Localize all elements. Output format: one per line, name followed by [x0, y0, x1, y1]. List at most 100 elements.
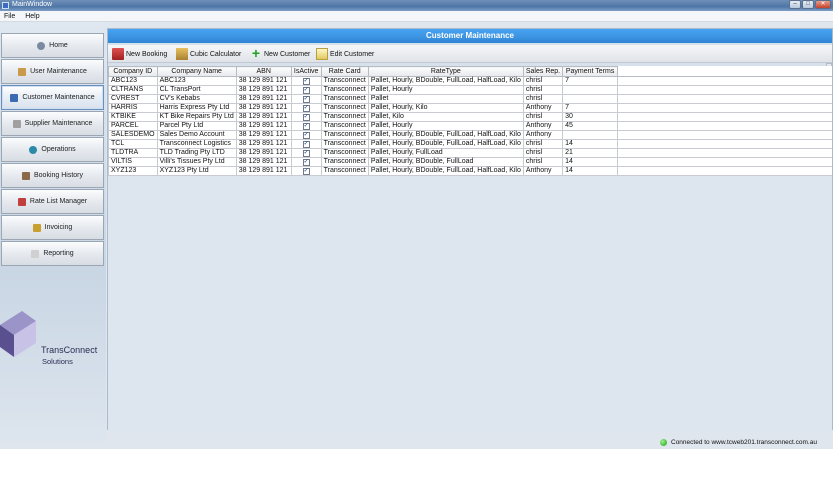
sidebar-item-customer-maintenance[interactable]: Customer Maintenance [1, 85, 104, 110]
table-cell[interactable]: 38 129 891 121 [235, 130, 292, 140]
sidebar-item-booking-history[interactable]: Booking History [1, 163, 104, 188]
isactive-cell[interactable]: ✓ [290, 103, 322, 113]
table-cell[interactable]: 38 129 891 121 [235, 112, 292, 122]
isactive-cell[interactable]: ✓ [290, 121, 322, 131]
isactive-checkbox[interactable]: ✓ [302, 159, 310, 166]
table-cell[interactable]: TLDTRA [108, 148, 158, 158]
table-cell[interactable]: Sales Demo Account [156, 130, 237, 140]
column-header[interactable]: IsActive [290, 66, 322, 77]
table-cell[interactable]: 38 129 891 121 [235, 76, 292, 86]
table-cell[interactable]: chrisl [522, 76, 564, 86]
table-cell[interactable]: HARRIS [108, 103, 158, 113]
isactive-checkbox[interactable]: ✓ [302, 141, 310, 148]
table-cell[interactable] [562, 94, 619, 104]
table-cell[interactable]: Parcel Pty Ltd [156, 121, 237, 131]
isactive-checkbox[interactable]: ✓ [302, 168, 310, 175]
table-cell[interactable]: 45 [562, 121, 619, 131]
column-header[interactable]: ABN [235, 66, 292, 77]
new-customer-button[interactable]: + New Customer [250, 46, 310, 61]
table-cell[interactable]: Pallet, Hourly, BDouble, FullLoad, HalfL… [367, 166, 524, 176]
table-cell[interactable]: Transconnect [320, 121, 369, 131]
table-row[interactable]: CVREST CV's Kebabs 38 129 891 121 ✓ Transcon… [108, 94, 832, 104]
table-cell[interactable]: Pallet, Hourly [367, 85, 524, 95]
table-cell[interactable]: KT Bike Repairs Pty Ltd [156, 112, 237, 122]
table-cell[interactable]: Transconnect [320, 166, 369, 176]
table-row[interactable]: SALESDEMO Sales Demo Account 38 129 891 12… [108, 130, 832, 140]
table-cell[interactable]: CV's Kebabs [156, 94, 237, 104]
table-cell[interactable]: Anthony [522, 166, 564, 176]
menu-help[interactable]: Help [25, 11, 39, 22]
table-cell[interactable]: Transconnect [320, 157, 369, 167]
table-cell[interactable]: XYZ123 Pty Ltd [156, 166, 237, 176]
table-cell[interactable]: 7 [562, 76, 619, 86]
new-booking-button[interactable]: New Booking [112, 47, 167, 61]
table-cell[interactable]: TLD Trading Pty LTD [156, 148, 237, 158]
table-cell[interactable]: 38 129 891 121 [235, 139, 292, 149]
table-cell[interactable]: 7 [562, 103, 619, 113]
table-cell[interactable]: 14 [562, 157, 619, 167]
table-row[interactable]: CLTRANS CL TransPort 38 129 891 121 ✓ Transc… [108, 85, 832, 95]
table-cell[interactable]: Transconnect [320, 94, 369, 104]
sidebar-item-operations[interactable]: Operations [1, 137, 104, 162]
isactive-checkbox[interactable]: ✓ [302, 150, 310, 157]
isactive-cell[interactable]: ✓ [290, 139, 322, 149]
table-cell[interactable]: Anthony [522, 121, 564, 131]
table-cell[interactable]: chrisl [522, 85, 564, 95]
sidebar-item-user-maintenance[interactable]: User Maintenance [1, 59, 104, 84]
table-cell[interactable]: ABC123 [156, 76, 237, 86]
table-row[interactable]: XYZ123 XYZ123 Pty Ltd 38 129 891 121 ✓ Trans… [108, 166, 832, 176]
table-cell[interactable]: 38 129 891 121 [235, 157, 292, 167]
sidebar-item-rate-list-manager[interactable]: Rate List Manager [1, 189, 104, 214]
table-cell[interactable]: Pallet [367, 94, 524, 104]
sidebar-item-reporting[interactable]: Reporting [1, 241, 104, 266]
table-cell[interactable]: Harris Express Pty Ltd [156, 103, 237, 113]
column-header[interactable]: Payment Terms [562, 66, 619, 77]
isactive-checkbox[interactable]: ✓ [302, 132, 310, 139]
table-cell[interactable]: Pallet, Hourly [367, 121, 524, 131]
table-cell[interactable]: chrisl [522, 94, 564, 104]
close-button[interactable]: ✕ [815, 0, 831, 9]
table-cell[interactable]: 38 129 891 121 [235, 121, 292, 131]
maximize-button[interactable]: □ [802, 0, 814, 9]
table-cell[interactable]: Anthony [522, 103, 564, 113]
table-cell[interactable]: chrisl [522, 148, 564, 158]
table-cell[interactable]: Transconnect [320, 148, 369, 158]
isactive-cell[interactable]: ✓ [290, 85, 322, 95]
table-row[interactable]: TLDTRA TLD Trading Pty LTD 38 129 891 121 ✓… [108, 148, 832, 158]
table-row[interactable]: HARRIS Harris Express Pty Ltd 38 129 891 1… [108, 103, 832, 113]
isactive-checkbox[interactable]: ✓ [302, 78, 310, 85]
table-cell[interactable]: 38 129 891 121 [235, 148, 292, 158]
isactive-checkbox[interactable]: ✓ [302, 123, 310, 130]
table-cell[interactable]: Transconnect [320, 112, 369, 122]
isactive-cell[interactable]: ✓ [290, 148, 322, 158]
isactive-cell[interactable]: ✓ [290, 130, 322, 140]
table-row[interactable]: VILTIS Villi's Tissues Pty Ltd 38 129 891 … [108, 157, 832, 167]
table-cell[interactable]: Transconnect [320, 130, 369, 140]
column-header[interactable]: Company Name [156, 66, 237, 77]
sidebar-item-supplier-maintenance[interactable]: Supplier Maintenance [1, 111, 104, 136]
table-cell[interactable]: chrisl [522, 112, 564, 122]
table-cell[interactable]: TCL [108, 139, 158, 149]
table-row[interactable]: ABC123 ABC123 38 129 891 121 ✓ Transconnect P… [108, 76, 832, 86]
table-row[interactable]: TCL Transconnect Logistics 38 129 891 121 ✓… [108, 139, 832, 149]
isactive-cell[interactable]: ✓ [290, 157, 322, 167]
table-cell[interactable]: chrisl [522, 157, 564, 167]
edit-customer-button[interactable]: Edit Customer [316, 47, 374, 61]
table-row[interactable]: PARCEL Parcel Pty Ltd 38 129 891 121 ✓ Trans… [108, 121, 832, 131]
table-cell[interactable]: CL TransPort [156, 85, 237, 95]
table-cell[interactable]: Pallet, Hourly, Kilo [367, 103, 524, 113]
table-cell[interactable]: ABC123 [108, 76, 158, 86]
column-header[interactable]: Rate Card [320, 66, 369, 77]
table-cell[interactable]: VILTIS [108, 157, 158, 167]
table-cell[interactable]: Transconnect [320, 103, 369, 113]
cubic-calculator-button[interactable]: Cubic Calculator [176, 47, 241, 61]
table-cell[interactable]: 30 [562, 112, 619, 122]
table-cell[interactable]: XYZ123 [108, 166, 158, 176]
isactive-cell[interactable]: ✓ [290, 112, 322, 122]
table-cell[interactable]: 38 129 891 121 [235, 103, 292, 113]
column-header[interactable]: RateType [367, 66, 524, 77]
table-cell[interactable]: CVREST [108, 94, 158, 104]
table-cell[interactable]: Pallet, Hourly, BDouble, FullLoad, HalfL… [367, 139, 524, 149]
table-cell[interactable]: Anthony [522, 130, 564, 140]
table-cell[interactable]: PARCEL [108, 121, 158, 131]
